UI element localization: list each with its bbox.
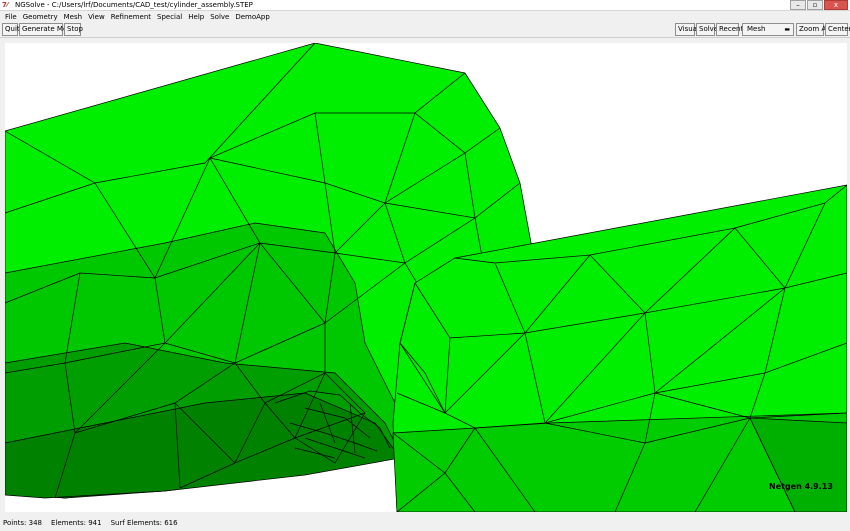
- mode-select-value: Mesh: [747, 25, 766, 33]
- toolbar: Quit Generate Mesh Stop Visual Solve Rec…: [0, 22, 850, 38]
- menu-refinement[interactable]: Refinement: [108, 12, 154, 22]
- visual-button[interactable]: Visual: [675, 23, 699, 36]
- minimize-button[interactable]: –: [790, 0, 806, 10]
- points-count: Points: 348: [3, 519, 42, 527]
- menu-help[interactable]: Help: [185, 12, 207, 22]
- stop-button[interactable]: Stop: [64, 23, 83, 36]
- netgen-icon: 7⁄: [2, 0, 9, 9]
- window-title: NGSolve - C:/Users/lrf/Documents/CAD_tes…: [15, 1, 253, 9]
- maximize-button[interactable]: ▫: [807, 0, 823, 10]
- window-controls: – ▫ x: [790, 0, 848, 10]
- mesh-viewport[interactable]: Netgen 4.9.13: [5, 43, 847, 512]
- netgen-version-watermark: Netgen 4.9.13: [769, 482, 833, 491]
- quit-button[interactable]: Quit: [2, 23, 20, 36]
- menu-mesh[interactable]: Mesh: [61, 12, 85, 22]
- close-button[interactable]: x: [824, 0, 848, 10]
- menu-file[interactable]: File: [2, 12, 20, 22]
- menu-demoapp[interactable]: DemoApp: [232, 12, 272, 22]
- mode-select[interactable]: Mesh ▬: [742, 23, 794, 36]
- generate-mesh-button[interactable]: Generate Mesh: [19, 23, 75, 36]
- menu-solve[interactable]: Solve: [207, 12, 232, 22]
- surf-elements-count: Surf Elements: 616: [110, 519, 178, 527]
- recent-button[interactable]: Recent: [716, 23, 743, 36]
- menu-special[interactable]: Special: [154, 12, 185, 22]
- solve-button[interactable]: Solve: [696, 23, 718, 36]
- zoom-all-button[interactable]: Zoom All: [796, 23, 830, 36]
- menu-geometry[interactable]: Geometry: [20, 12, 61, 22]
- menu-view[interactable]: View: [85, 12, 108, 22]
- mesh-canvas: [5, 43, 847, 512]
- menu-bar: File Geometry Mesh View Refinement Speci…: [0, 11, 850, 22]
- center-button[interactable]: Center: [825, 23, 850, 36]
- elements-count: Elements: 941: [50, 519, 102, 527]
- status-bar: Points: 348 Elements: 941 Surf Elements:…: [0, 515, 850, 531]
- dropdown-arrow-icon: ▬: [784, 26, 790, 33]
- title-bar: 7⁄ NGSolve - C:/Users/lrf/Documents/CAD_…: [0, 0, 850, 11]
